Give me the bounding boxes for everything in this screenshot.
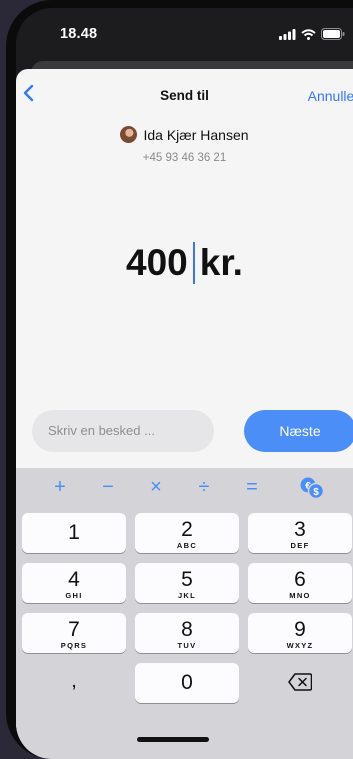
svg-text:$: $ [313,487,319,498]
key-5[interactable]: 5 JKL [135,563,239,603]
next-button[interactable]: Næste [244,410,353,452]
key-1[interactable]: 1 [22,513,126,553]
avatar [120,126,138,143]
key-9[interactable]: 9 WXYZ [248,613,352,653]
message-input[interactable]: Skriv en besked ... [32,410,214,452]
decimal-key[interactable]: , [22,666,126,696]
status-icons [279,28,345,40]
recipient: Ida Kjær Hansen [16,126,353,143]
page-title: Send til [160,88,209,103]
wifi-icon [301,28,316,40]
home-indicator [137,737,209,742]
status-time: 18.48 [60,26,98,42]
screen: 18.48 Send til Annuller Ida Kjær Hansen … [16,8,353,759]
recipient-name: Ida Kjær Hansen [143,126,249,143]
divide-key[interactable]: ÷ [192,476,216,499]
key-3[interactable]: 3 DEF [248,513,352,553]
key-2[interactable]: 2 ABC [135,513,239,553]
key-6[interactable]: 6 MNO [248,563,352,603]
multiply-key[interactable]: × [144,476,168,499]
amount-value: 400 [126,242,188,283]
key-7[interactable]: 7 PQRS [22,613,126,653]
backspace-icon [288,673,313,691]
backspace-key[interactable] [248,663,352,703]
key-0[interactable]: 0 [135,663,239,703]
amount-display[interactable]: 400 kr. [16,242,353,284]
phone-frame: 18.48 Send til Annuller Ida Kjær Hansen … [6,0,353,759]
numeric-keypad: + − × ÷ = € $ 1 2 ABC 3 DEF 4 GHI 5 JKL 6 MNO … [16,468,353,759]
key-4[interactable]: 4 GHI [22,563,126,603]
text-cursor [192,242,195,284]
plus-key[interactable]: + [48,476,72,499]
battery-icon [321,28,345,40]
minus-key[interactable]: − [96,476,120,499]
cancel-button[interactable]: Annuller [308,88,353,104]
recipient-phone: +45 93 46 36 21 [142,152,227,164]
currency-convert-icon[interactable]: €$ [299,476,325,500]
equals-key[interactable]: = [240,476,264,499]
signal-icon [279,28,296,40]
status-bar: 18.48 [16,8,353,58]
key-8[interactable]: 8 TUV [135,613,239,653]
amount-currency: kr. [199,242,243,283]
operator-row: + − × ÷ = € $ [16,468,353,510]
send-sheet: Send til Annuller Ida Kjær Hansen +45 93… [16,69,353,759]
